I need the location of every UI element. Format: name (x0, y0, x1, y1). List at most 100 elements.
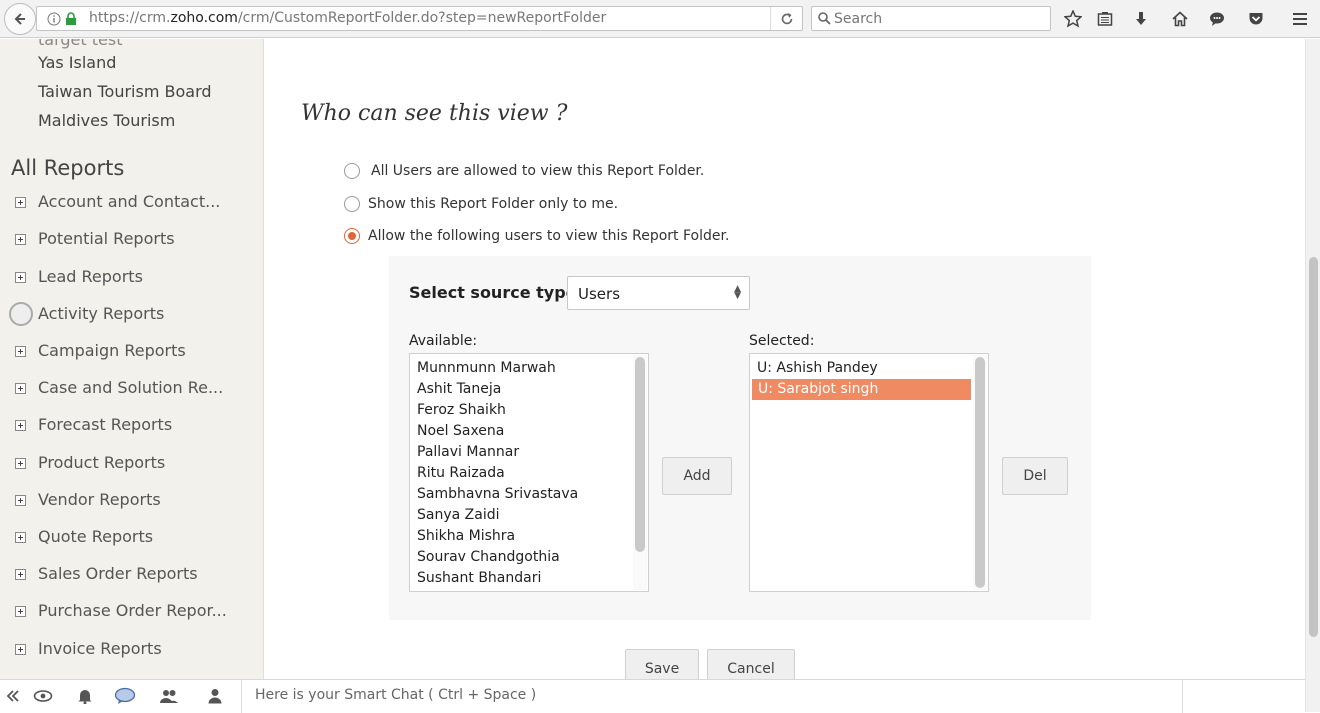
expand-plus-icon[interactable] (15, 383, 26, 394)
list-item[interactable]: Ritu Raizada (411, 463, 631, 484)
list-item[interactable]: Munnmunn Marwah (411, 358, 631, 379)
sidebar-report-item[interactable]: Vendor Reports (0, 486, 263, 516)
expand-plus-icon[interactable] (15, 458, 26, 469)
home-icon[interactable] (1170, 9, 1190, 29)
expand-plus-icon[interactable] (15, 420, 26, 431)
select-arrows-icon: ▲ ▼ (734, 284, 741, 301)
sidebar-report-item[interactable]: Invoice Reports (0, 635, 263, 665)
sidebar-report-item[interactable]: Potential Reports (0, 225, 263, 255)
sidebar-folder-link[interactable]: target test (38, 39, 122, 49)
reading-list-icon[interactable] (1095, 9, 1115, 29)
sidebar-item-label: Lead Reports (38, 267, 143, 286)
sidebar-item-label: Vendor Reports (38, 490, 161, 509)
expand-plus-icon[interactable] (15, 272, 26, 283)
sidebar-report-item[interactable]: Case and Solution Re... (0, 374, 263, 404)
sidebar-report-item[interactable]: Sales Order Reports (0, 560, 263, 590)
radio-following-users[interactable]: Allow the following users to view this R… (344, 226, 729, 246)
collapse-double-chevron-icon[interactable] (2, 686, 24, 706)
sidebar-report-item[interactable]: Account and Contact... (0, 188, 263, 218)
main-content: Who can see this view ? All Users are al… (265, 39, 1305, 689)
list-item[interactable]: U: Ashish Pandey (751, 358, 971, 379)
sidebar-item-label: Activity Reports (38, 304, 165, 323)
source-type-select[interactable]: Users ▲ ▼ (567, 276, 750, 310)
radio-label: Allow the following users to view this R… (368, 228, 730, 244)
sidebar-item-label: Campaign Reports (38, 341, 186, 360)
menu-icon[interactable] (1290, 9, 1310, 29)
all-reports-heading: All Reports (11, 156, 125, 180)
sidebar-item-label: Purchase Order Repor... (38, 601, 227, 620)
chat-icon[interactable] (114, 686, 136, 706)
sidebar: target test Yas Island Taiwan Tourism Bo… (0, 39, 264, 679)
info-icon[interactable] (47, 12, 61, 26)
available-users-list[interactable]: Munnmunn Marwah Ashit Taneja Feroz Shaik… (409, 353, 649, 592)
list-item[interactable]: Sanya Zaidi (411, 505, 631, 526)
list-scrollbar[interactable] (973, 355, 987, 590)
sidebar-item-label: Forecast Reports (38, 415, 173, 434)
expand-plus-icon[interactable] (15, 346, 26, 357)
expand-plus-icon[interactable] (15, 234, 26, 245)
chat-bubble-icon[interactable] (1207, 9, 1227, 29)
reload-button[interactable] (770, 7, 802, 30)
radio-label: Show this Report Folder only to me. (368, 196, 619, 212)
sidebar-report-item[interactable]: Quote Reports (0, 523, 263, 553)
sidebar-folder-link[interactable]: Taiwan Tourism Board (38, 82, 212, 101)
lock-icon (66, 12, 76, 25)
search-input[interactable] (834, 9, 1044, 28)
list-item[interactable]: Feroz Shaikh (411, 400, 631, 421)
list-item[interactable]: Sushant Bhandari (411, 568, 631, 589)
sidebar-report-item[interactable]: Activity Reports (0, 300, 263, 330)
list-item-selected[interactable]: U: Sarabjot singh (752, 379, 971, 400)
expand-plus-icon[interactable] (15, 197, 26, 208)
pocket-icon[interactable] (1246, 9, 1266, 29)
expand-plus-icon[interactable] (15, 644, 26, 655)
page-scrollbar[interactable] (1305, 39, 1320, 712)
sidebar-item-label: Sales Order Reports (38, 564, 198, 583)
bookmark-star-icon[interactable] (1063, 9, 1083, 29)
selected-users-list[interactable]: U: Ashish Pandey U: Sarabjot singh (749, 353, 989, 592)
sidebar-item-label: Invoice Reports (38, 639, 162, 658)
url-text: https://crm.zoho.com/crm/CustomReportFol… (89, 10, 607, 26)
sidebar-item-label: Quote Reports (38, 527, 154, 546)
sidebar-item-label: Potential Reports (38, 229, 175, 248)
list-scrollbar[interactable] (633, 355, 647, 590)
user-profile-icon[interactable] (204, 686, 226, 706)
add-button[interactable]: Add (662, 457, 732, 495)
list-item[interactable]: Pallavi Mannar (411, 442, 631, 463)
settings-eye-icon[interactable] (32, 686, 54, 706)
expand-plus-icon[interactable] (15, 495, 26, 506)
smart-chat-input[interactable]: Here is your Smart Chat ( Ctrl + Space ) (241, 680, 1183, 713)
back-button[interactable] (4, 3, 36, 35)
sidebar-report-item[interactable]: Product Reports (0, 449, 263, 479)
radio-label: All Users are allowed to view this Repor… (371, 163, 705, 179)
sidebar-report-item[interactable]: Purchase Order Repor... (0, 597, 263, 627)
download-icon[interactable] (1131, 9, 1151, 29)
radio-all-users[interactable]: All Users are allowed to view this Repor… (344, 161, 704, 181)
expand-plus-icon[interactable] (15, 532, 26, 543)
list-item[interactable]: Ashit Taneja (411, 379, 631, 400)
search-bar[interactable] (811, 6, 1051, 31)
expand-plus-icon[interactable] (15, 569, 26, 580)
list-item[interactable]: Sambhavna Srivastava (411, 484, 631, 505)
contacts-group-icon[interactable] (158, 686, 180, 706)
list-item[interactable]: Shikha Mishra (411, 526, 631, 547)
list-item[interactable]: Noel Saxena (411, 421, 631, 442)
list-item[interactable]: Sourav Chandgothia (411, 547, 631, 568)
radio-button-checked[interactable] (344, 228, 360, 244)
radio-button[interactable] (344, 196, 360, 212)
radio-button[interactable] (344, 163, 360, 179)
sidebar-item-label: Product Reports (38, 453, 166, 472)
sidebar-report-item[interactable]: Campaign Reports (0, 337, 263, 367)
notification-bell-icon[interactable] (74, 686, 96, 706)
arrow-left-icon (14, 13, 25, 25)
radio-only-me[interactable]: Show this Report Folder only to me. (344, 194, 618, 214)
scrollbar-thumb[interactable] (1309, 257, 1318, 637)
selected-label: Selected: (749, 333, 815, 349)
sidebar-report-item[interactable]: Lead Reports (0, 263, 263, 293)
sidebar-folder-link[interactable]: Yas Island (38, 53, 116, 72)
expand-plus-icon[interactable] (15, 606, 26, 617)
sidebar-folder-link[interactable]: Maldives Tourism (38, 111, 175, 130)
delete-button[interactable]: Del (1002, 457, 1068, 495)
address-bar[interactable]: https://crm.zoho.com/crm/CustomReportFol… (36, 6, 803, 31)
user-selection-panel: Select source type: Users ▲ ▼ Available: … (389, 256, 1091, 620)
sidebar-report-item[interactable]: Forecast Reports (0, 411, 263, 441)
